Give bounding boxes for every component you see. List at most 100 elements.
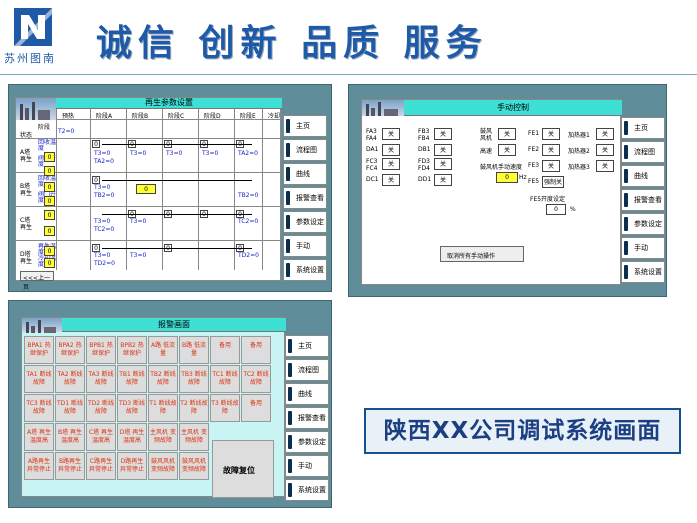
valve-label: FE3: [528, 162, 540, 169]
grid-line: [126, 109, 127, 270]
alarm-cell: 鼓风风机 变频故障: [148, 452, 178, 480]
row-label: C塔再生: [20, 217, 33, 231]
nav-label: 系统设置: [296, 266, 324, 274]
alarm-cell: D塔 再生温度高: [117, 423, 147, 451]
alarm-cell: 主风机 变频故障: [148, 423, 178, 451]
alarm-cell: TC1 断线故障: [210, 365, 240, 393]
valve-label: FD3 FD4: [418, 158, 430, 172]
nav-settings-button[interactable]: 系统设置: [285, 479, 329, 501]
nav-params-button[interactable]: 参数设定: [285, 431, 329, 453]
valve-fb3-toggle[interactable]: 关: [434, 128, 452, 140]
side-label: 回收温度: [38, 139, 57, 152]
nav-flowchart-button[interactable]: 流程图: [285, 359, 329, 381]
valve-label: FE5: [528, 178, 540, 185]
valve-dd1-toggle[interactable]: 关: [434, 174, 452, 186]
preheat-input[interactable]: 0: [44, 226, 55, 236]
col-header: 阶段E: [240, 113, 256, 120]
t-value: TD2=0: [94, 260, 115, 267]
nav-settings-button[interactable]: 系统设置: [283, 259, 327, 281]
t-value: T3=0: [130, 150, 147, 157]
alarm-cell: A路再生 异常停止: [24, 452, 54, 480]
nav-params-button[interactable]: 参数设定: [621, 213, 665, 235]
t-value: TB2=0: [94, 192, 115, 199]
manual-screen: 手动控制 FA3 FA4 关 FB3 FB4 关 DA1 关 DB1 关 FC3…: [361, 99, 622, 285]
nav-curve-button[interactable]: 曲线: [285, 383, 329, 405]
stage-input[interactable]: 0: [136, 184, 156, 194]
valve-fa3-toggle[interactable]: 关: [382, 128, 400, 140]
prev-page-button[interactable]: <<<上一页: [20, 271, 54, 291]
nav-label: 手动: [296, 242, 310, 250]
heater3-toggle[interactable]: 关: [596, 160, 614, 172]
valve-db1-toggle[interactable]: 关: [434, 144, 452, 156]
heater2-toggle[interactable]: 关: [596, 144, 614, 156]
nav-curve-button[interactable]: 曲线: [621, 165, 665, 187]
grid-line: [262, 109, 263, 270]
nav-manual-button[interactable]: 手动: [285, 455, 329, 477]
valve-fc3-toggle[interactable]: 关: [382, 158, 400, 170]
fault-reset-button[interactable]: 故障复位: [212, 440, 274, 498]
nav-flowchart-button[interactable]: 流程图: [621, 141, 665, 163]
heater1-toggle[interactable]: 关: [596, 128, 614, 140]
fe5-unit: %: [570, 206, 576, 213]
blower-toggle[interactable]: 关: [498, 128, 516, 140]
nav-flowchart-button[interactable]: 流程图: [283, 139, 327, 161]
factory-thumbnail: [16, 98, 56, 120]
alarm-cell: BPB2 热继保护: [117, 336, 147, 364]
stage-value: 0: [92, 176, 100, 184]
alarm-cell: T2 断线故障: [179, 394, 209, 422]
factory-thumbnail: [362, 100, 404, 116]
heater-label: 加热器2: [568, 148, 590, 155]
valve-dc1-toggle[interactable]: 关: [382, 174, 400, 186]
preheat-input[interactable]: 0: [44, 210, 55, 220]
alarm-cell: B路 低流量: [179, 336, 209, 364]
nav-params-button[interactable]: 参数设定: [283, 211, 327, 233]
prev-page-label: <<<上一页: [23, 275, 51, 291]
valve-fe1-toggle[interactable]: 关: [542, 128, 560, 140]
preheat-input[interactable]: 0: [44, 196, 55, 206]
preheat-input[interactable]: 0: [44, 258, 55, 268]
valve-label: DB1: [418, 146, 431, 153]
high-speed-toggle[interactable]: 关: [498, 144, 516, 156]
nav-alarm-button[interactable]: 报警查看: [285, 407, 329, 429]
valve-fe2-toggle[interactable]: 关: [542, 144, 560, 156]
nav-label: 系统设置: [634, 268, 662, 276]
nav-label: 流程图: [634, 148, 655, 156]
nav-curve-button[interactable]: 曲线: [283, 163, 327, 185]
nav-manual-button[interactable]: 手动: [283, 235, 327, 257]
nav-label: 参数设定: [634, 220, 662, 228]
company-logo: 苏州图南: [4, 8, 68, 68]
preheat-input[interactable]: 0: [44, 246, 55, 256]
alarm-cell: 鼓风风机 变频故障: [179, 452, 209, 480]
corner-label-top: 阶段: [38, 124, 51, 131]
nav-home-button[interactable]: 主页: [283, 115, 327, 137]
alarm-cell: 备用: [241, 336, 271, 364]
valve-da1-toggle[interactable]: 关: [382, 144, 400, 156]
blower-speed-input[interactable]: 0: [496, 172, 518, 183]
alarm-screen: 报警画面 BPA1 热继保护 BPA2 热继保护 BPB1 热继保护 BPB2 热继保…: [21, 317, 286, 498]
t-value: TB2=0: [238, 192, 259, 199]
factory-icon: [20, 102, 50, 120]
valve-fe5-toggle[interactable]: 强制关: [542, 176, 564, 188]
logo-mark-icon: [14, 8, 52, 46]
nav-settings-button[interactable]: 系统设置: [621, 261, 665, 283]
nav-alarm-button[interactable]: 报警查看: [621, 189, 665, 211]
fan-label: 鼓风 风机: [480, 128, 493, 142]
alarm-panel: 报警画面 BPA1 热继保护 BPA2 热继保护 BPB1 热继保护 BPB2 热继保…: [8, 300, 332, 508]
cancel-manual-button[interactable]: 取消所有手动操作: [440, 246, 524, 262]
preheat-input[interactable]: 0: [44, 166, 55, 176]
valve-label: DD1: [418, 176, 432, 183]
nav-label: 曲线: [634, 172, 648, 180]
alarm-cell: 主风机 变频故障: [179, 423, 209, 451]
nav-home-button[interactable]: 主页: [285, 335, 329, 357]
valve-fe3-toggle[interactable]: 关: [542, 160, 560, 172]
nav-home-button[interactable]: 主页: [621, 117, 665, 139]
nav-label: 主页: [634, 124, 648, 132]
fe5-opening-input[interactable]: 0: [546, 204, 566, 215]
t-value: TC2=0: [94, 226, 115, 233]
nav-label: 报警查看: [634, 196, 662, 204]
preheat-input[interactable]: 0: [44, 152, 55, 162]
preheat-input[interactable]: 0: [44, 182, 55, 192]
nav-manual-button[interactable]: 手动: [621, 237, 665, 259]
nav-alarm-button[interactable]: 报警查看: [283, 187, 327, 209]
valve-fd3-toggle[interactable]: 关: [434, 158, 452, 170]
